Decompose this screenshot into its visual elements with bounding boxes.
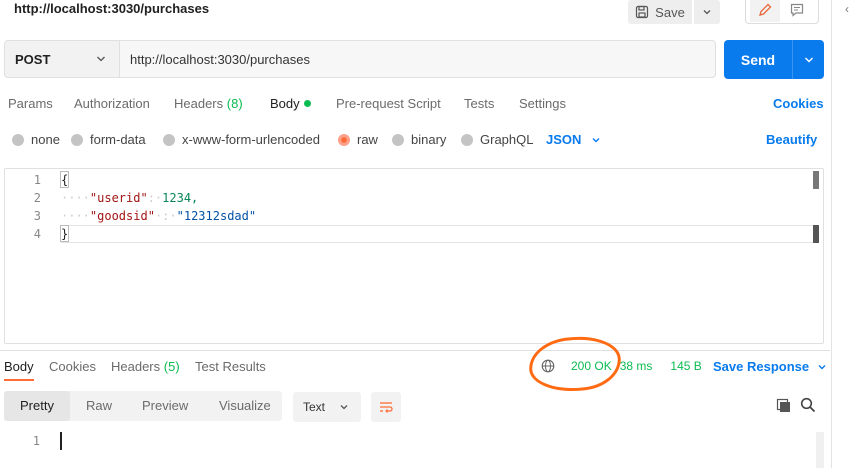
tab-tests[interactable]: Tests <box>464 96 494 111</box>
send-options-button[interactable] <box>792 40 824 79</box>
radio-circle <box>392 133 404 146</box>
cookies-link[interactable]: Cookies <box>773 96 824 111</box>
tab-body[interactable]: Body <box>270 96 311 111</box>
section-divider[interactable] <box>0 350 830 351</box>
method-label: POST <box>15 51 51 67</box>
save-button[interactable]: Save <box>628 0 692 24</box>
response-time[interactable]: 38 ms <box>620 359 653 373</box>
line-number: 4 <box>33 227 41 241</box>
pencil-icon <box>759 3 772 16</box>
view-tab-pretty[interactable]: Pretty <box>20 398 54 413</box>
editor-scrollbar[interactable] <box>813 171 819 189</box>
tab-headers-label: Headers <box>174 96 224 111</box>
code-line: ····"userid":·1234, <box>61 191 199 205</box>
tab-headers[interactable]: Headers (8) <box>174 96 243 111</box>
comment-icon <box>790 3 804 17</box>
radio-raw[interactable]: raw <box>338 132 378 147</box>
radio-label: none <box>31 132 60 147</box>
code-line: } <box>61 227 69 241</box>
response-tab-body[interactable]: Body <box>4 359 34 374</box>
editor-scrollbar-marker <box>813 225 819 243</box>
line-number: 3 <box>33 209 41 223</box>
radio-label: form-data <box>90 132 146 147</box>
tab-authorization[interactable]: Authorization <box>74 96 150 111</box>
tab-settings[interactable]: Settings <box>519 96 566 111</box>
response-size[interactable]: 145 B <box>670 359 701 373</box>
search-icon[interactable] <box>800 397 816 416</box>
response-format-label: Text <box>303 400 326 414</box>
line-number: 2 <box>33 191 41 205</box>
chevron-down-icon <box>592 137 600 142</box>
panel-divider <box>831 0 832 468</box>
line-number: 1 <box>33 173 41 187</box>
save-icon <box>636 5 649 19</box>
edit-button[interactable] <box>750 0 780 22</box>
response-tab-test-results[interactable]: Test Results <box>195 359 266 374</box>
radio-none[interactable]: none <box>12 132 60 147</box>
radio-circle <box>71 133 83 146</box>
radio-urlencoded[interactable]: x-www-form-urlencoded <box>163 132 320 147</box>
beautify-link[interactable]: Beautify <box>766 132 817 147</box>
radio-form-data[interactable]: form-data <box>71 132 146 147</box>
send-button[interactable]: Send <box>724 40 792 79</box>
response-format-select[interactable]: Text <box>293 392 361 422</box>
chevron-down-icon <box>97 56 105 62</box>
format-label: JSON <box>546 132 582 147</box>
response-tab-headers[interactable]: Headers (5) <box>111 359 180 374</box>
save-response-button[interactable]: Save Response <box>713 359 827 374</box>
code-line: ····"goodsid"·:·"12312sdad" <box>61 209 257 223</box>
chevron-down-icon <box>340 405 348 410</box>
save-response-label: Save Response <box>713 359 810 374</box>
copy-icon[interactable] <box>776 398 792 417</box>
format-select[interactable]: JSON <box>546 132 601 147</box>
response-tab-cookies[interactable]: Cookies <box>49 359 96 374</box>
response-scrollbar[interactable] <box>816 432 824 468</box>
radio-label: x-www-form-urlencoded <box>182 132 320 147</box>
chevron-down-icon <box>804 57 813 62</box>
response-tab-headers-label: Headers <box>111 359 161 374</box>
tab-body-label: Body <box>270 96 300 111</box>
view-tab-preview[interactable]: Preview <box>142 398 188 413</box>
method-select[interactable]: POST <box>4 40 120 78</box>
radio-binary[interactable]: binary <box>392 132 446 147</box>
text-cursor <box>60 432 62 450</box>
request-body-editor[interactable]: 1 2 3 4 { ····"userid":·1234, ····"goods… <box>4 168 824 344</box>
view-tab-raw[interactable]: Raw <box>86 398 112 413</box>
tab-prerequest-script[interactable]: Pre-request Script <box>336 96 441 111</box>
collapse-panel-icon[interactable]: ‹ <box>845 2 849 16</box>
tab-params[interactable]: Params <box>8 96 53 111</box>
active-tab-underline <box>4 379 34 381</box>
wrap-lines-icon <box>380 402 393 413</box>
line-number-gutter: 1 2 3 4 <box>5 171 45 243</box>
radio-circle <box>12 133 24 146</box>
line-number: 1 <box>32 434 40 448</box>
chevron-down-icon <box>818 364 826 369</box>
tab-headers-count: (8) <box>226 96 243 111</box>
view-tab-visualize[interactable]: Visualize <box>219 398 271 413</box>
radio-circle <box>461 133 473 146</box>
code-line: { <box>61 173 69 187</box>
chevron-down-icon <box>703 10 711 15</box>
wrap-lines-button[interactable] <box>371 392 401 422</box>
modified-dot <box>303 100 311 107</box>
response-tab-headers-count: (5) <box>163 359 180 374</box>
radio-label: binary <box>411 132 447 147</box>
save-dropdown-button[interactable] <box>694 0 720 24</box>
radio-circle-selected <box>338 133 350 146</box>
save-label: Save <box>655 4 685 20</box>
radio-circle <box>163 133 175 146</box>
request-title: http://localhost:3030/purchases <box>14 1 210 16</box>
code-content: { ····"userid":·1234, ····"goodsid"·:·"1… <box>61 171 256 243</box>
radio-graphql[interactable]: GraphQL <box>461 132 533 147</box>
radio-label: raw <box>357 132 378 147</box>
url-input[interactable]: http://localhost:3030/purchases <box>120 40 716 78</box>
comments-button[interactable] <box>784 0 810 22</box>
radio-label: GraphQL <box>480 132 534 147</box>
